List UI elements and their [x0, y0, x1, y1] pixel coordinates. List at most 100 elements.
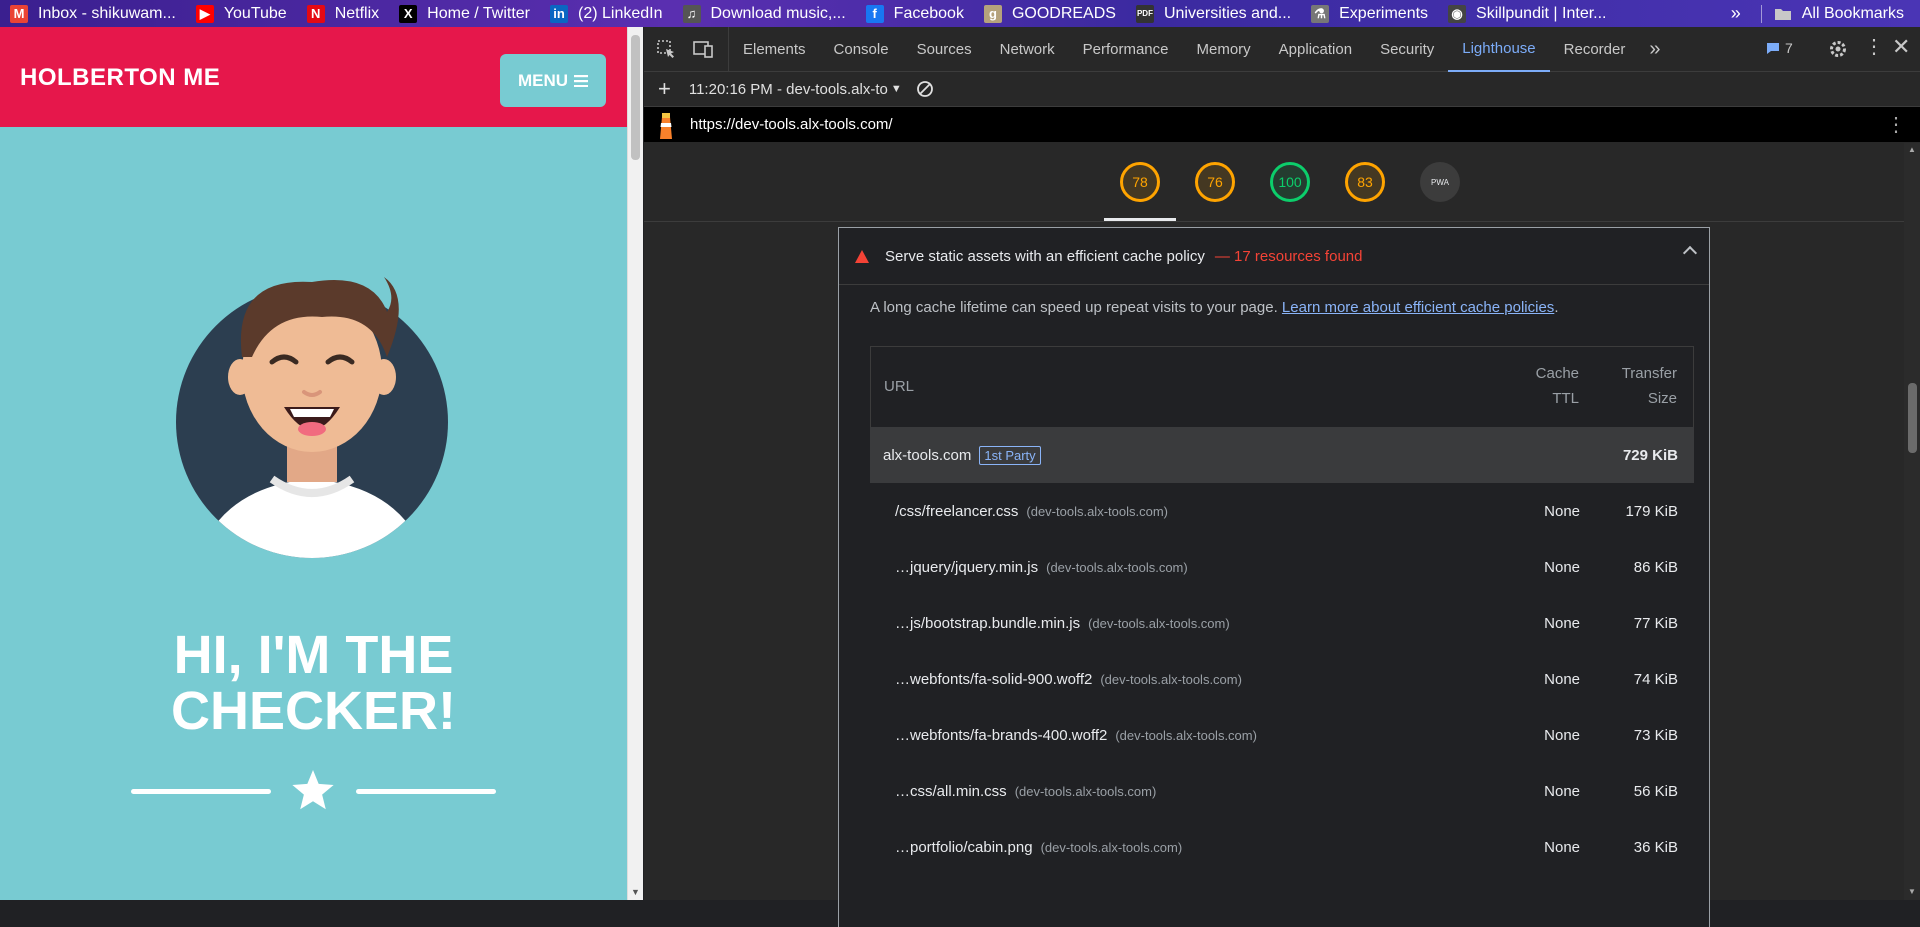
- table-row: …css/all.min.css (dev-tools.alx-tools.com…: [870, 763, 1694, 819]
- bookmark-item[interactable]: ▶ YouTube: [195, 4, 287, 23]
- bookmark-label: Inbox - shikuwam...: [38, 4, 176, 22]
- group-host: alx-tools.com: [883, 446, 972, 464]
- x-twitter-icon: X: [399, 4, 418, 23]
- issues-counter[interactable]: 7: [1766, 40, 1793, 56]
- resource-host: (dev-tools.alx-tools.com): [1100, 671, 1242, 687]
- new-report-plus-icon[interactable]: +: [658, 76, 671, 102]
- transfer-size-cell: 179 KiB: [1625, 502, 1678, 520]
- inspect-element-icon[interactable]: [656, 39, 676, 59]
- tab-network[interactable]: Network: [986, 27, 1069, 72]
- resource-url[interactable]: …portfolio/cabin.png: [895, 839, 1033, 856]
- settings-gear-icon[interactable]: [1828, 39, 1848, 59]
- skillpundit-icon: ◉: [1448, 4, 1467, 23]
- tab-sources[interactable]: Sources: [903, 27, 986, 72]
- bookmark-label: (2) LinkedIn: [578, 4, 663, 22]
- bookmark-item[interactable]: N Netflix: [306, 4, 379, 23]
- tab-security[interactable]: Security: [1366, 27, 1448, 72]
- score-gauge[interactable]: 83: [1345, 162, 1385, 202]
- score-gauge[interactable]: 78: [1120, 162, 1160, 202]
- table-row: …js/bootstrap.bundle.min.js (dev-tools.al…: [870, 595, 1694, 651]
- collapse-chevron-icon[interactable]: [1682, 245, 1698, 261]
- scroll-down-arrow-icon[interactable]: ▼: [631, 887, 640, 897]
- bookmark-label: YouTube: [223, 4, 287, 22]
- tab-memory[interactable]: Memory: [1183, 27, 1265, 72]
- score-gauge[interactable]: 76: [1195, 162, 1235, 202]
- bookmark-item[interactable]: ⚗ Experiments: [1311, 4, 1428, 23]
- tab-application[interactable]: Application: [1265, 27, 1366, 72]
- hamburger-icon: [574, 74, 589, 87]
- resource-url[interactable]: …css/all.min.css: [895, 783, 1007, 800]
- row-url-cell: …js/bootstrap.bundle.min.js (dev-tools.al…: [895, 595, 1230, 651]
- devtools-scrollbar[interactable]: ▲ ▼: [1904, 143, 1920, 900]
- bookmark-item[interactable]: M Inbox - shikuwam...: [10, 4, 176, 23]
- audit-description: A long cache lifetime can speed up repea…: [870, 299, 1558, 316]
- music-site-icon: ♫: [682, 4, 701, 23]
- audit-title: Serve static assets with an efficient ca…: [885, 247, 1205, 265]
- page-scrollbar[interactable]: ▼: [627, 27, 643, 900]
- resource-url[interactable]: …webfonts/fa-solid-900.woff2: [895, 671, 1092, 688]
- all-bookmarks-button[interactable]: All Bookmarks: [1774, 5, 1904, 23]
- site-brand-link[interactable]: HOLBERTON ME: [20, 64, 220, 92]
- bookmark-label: GOODREADS: [1011, 4, 1116, 22]
- avatar-illustration: [176, 277, 448, 558]
- bookmark-item[interactable]: g GOODREADS: [983, 4, 1116, 23]
- resource-url[interactable]: …jquery/jquery.min.js: [895, 559, 1038, 576]
- row-url-cell: …jquery/jquery.min.js (dev-tools.alx-tool…: [895, 539, 1188, 595]
- scroll-down-arrow-icon[interactable]: ▼: [1908, 887, 1916, 896]
- resource-url[interactable]: …webfonts/fa-brands-400.woff2: [895, 727, 1107, 744]
- col-transfer-size-line-2: Size: [1647, 390, 1677, 407]
- tab-elements[interactable]: Elements: [729, 27, 820, 72]
- bookmark-label: Download music,...: [710, 4, 846, 22]
- hero-title: HI, I'M THE CHECKER!: [0, 627, 627, 739]
- cache-ttl-cell: None: [1544, 670, 1580, 688]
- resource-url[interactable]: …js/bootstrap.bundle.min.js: [895, 615, 1080, 632]
- report-time-label: 11:20:16 PM - dev-tools.alx-to: [688, 80, 888, 98]
- audit-found-count: — 17 resources found: [1214, 247, 1363, 265]
- audit-header[interactable]: Serve static assets with an efficient ca…: [839, 228, 1709, 285]
- report-selector[interactable]: 11:20:16 PM - dev-tools.alx-to ▼: [689, 81, 902, 98]
- transfer-size-cell: 56 KiB: [1633, 782, 1678, 800]
- table-group-row: alx-tools.com 1st Party 729 KiB: [870, 427, 1694, 483]
- more-tabs-icon[interactable]: »: [1649, 38, 1660, 61]
- tab-console[interactable]: Console: [820, 27, 903, 72]
- bookmark-item[interactable]: in (2) LinkedIn: [550, 4, 663, 23]
- transfer-size-cell: 73 KiB: [1633, 726, 1678, 744]
- bookmark-item[interactable]: PDF Universities and...: [1135, 4, 1292, 23]
- all-bookmarks-label: All Bookmarks: [1801, 4, 1904, 22]
- bookmark-item[interactable]: ◉ Skillpundit | Inter...: [1448, 4, 1607, 23]
- page-scrollbar-thumb[interactable]: [631, 35, 640, 160]
- close-icon[interactable]: ✕: [1892, 36, 1910, 58]
- devtools-scrollbar-thumb[interactable]: [1908, 383, 1917, 453]
- group-url-cell: alx-tools.com 1st Party: [883, 427, 1041, 483]
- bookmarks-overflow-button[interactable]: »: [1731, 3, 1741, 24]
- bookmark-item[interactable]: ♫ Download music,...: [682, 4, 846, 23]
- clear-block-icon[interactable]: [916, 80, 934, 98]
- lighthouse-icon: [660, 112, 672, 139]
- divider-line-right: [356, 789, 496, 794]
- resource-url[interactable]: /css/freelancer.css: [895, 503, 1018, 520]
- tab-lighthouse[interactable]: Lighthouse: [1448, 27, 1550, 72]
- netflix-icon: N: [306, 4, 325, 23]
- tab-performance[interactable]: Performance: [1069, 27, 1183, 72]
- score-gauges: 78 76 100 83 PWA: [644, 142, 1920, 222]
- devtools-panel: Elements Console Sources Network Performance…: [644, 26, 1920, 927]
- facebook-icon: f: [865, 4, 884, 23]
- bookmark-item[interactable]: f Facebook: [865, 4, 964, 23]
- group-size: 729 KiB: [1622, 446, 1678, 464]
- bookmark-item[interactable]: X Home / Twitter: [399, 4, 530, 23]
- learn-more-link[interactable]: Learn more about efficient cache policie…: [1282, 299, 1554, 316]
- tab-recorder[interactable]: Recorder: [1550, 27, 1640, 72]
- kebab-menu-icon[interactable]: ⋮: [1864, 37, 1884, 57]
- table-row: …webfonts/fa-solid-900.woff2 (dev-tools.a…: [870, 651, 1694, 707]
- bookmark-label: Universities and...: [1163, 4, 1292, 22]
- report-url: https://dev-tools.alx-tools.com/: [690, 116, 893, 133]
- col-cache-ttl-header: Cache TTL: [1536, 361, 1579, 411]
- score-gauge[interactable]: PWA: [1420, 162, 1460, 202]
- report-menu-icon[interactable]: ⋮: [1886, 112, 1906, 137]
- score-gauge[interactable]: 100: [1270, 162, 1310, 202]
- issues-count: 7: [1785, 40, 1793, 56]
- device-toolbar-icon[interactable]: [692, 39, 714, 59]
- menu-button[interactable]: MENU: [500, 54, 606, 107]
- bookmark-label: Skillpundit | Inter...: [1476, 4, 1607, 22]
- scroll-up-arrow-icon[interactable]: ▲: [1908, 145, 1916, 154]
